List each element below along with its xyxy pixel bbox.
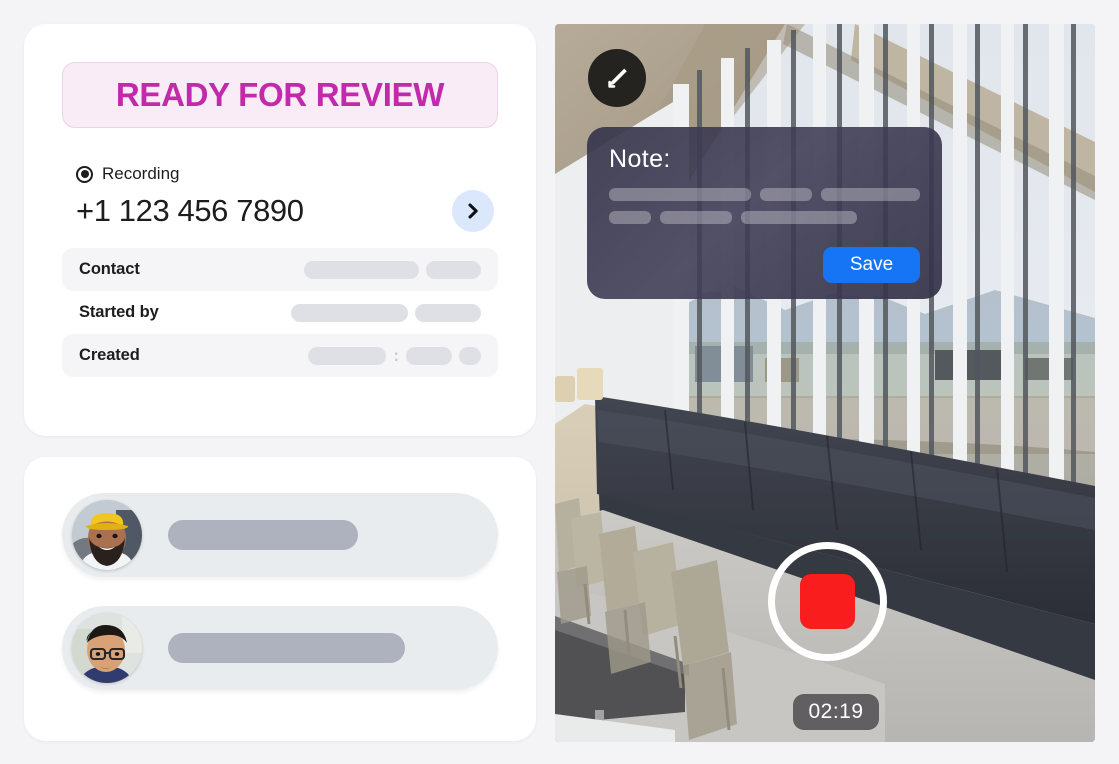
- skeleton-bar: [759, 188, 813, 201]
- note-title: Note:: [609, 145, 671, 173]
- detail-value-skeleton: :: [308, 346, 481, 365]
- stop-record-square-icon: [800, 574, 855, 629]
- detail-row-started-by: Started by: [62, 291, 498, 334]
- app-root: READY FOR REVIEW Recording +1 123 456 78…: [0, 0, 1119, 764]
- skeleton-bar: [304, 260, 419, 279]
- participants-card: [24, 457, 536, 741]
- detail-label: Created: [79, 346, 140, 364]
- radio-dot: [80, 170, 89, 178]
- detail-value-skeleton: [304, 260, 481, 279]
- skeleton-bar: [459, 346, 481, 365]
- detail-label: Started by: [79, 303, 159, 321]
- skeleton-bar: [741, 211, 857, 224]
- detail-row-contact: Contact: [62, 248, 498, 291]
- detail-label: Contact: [79, 260, 140, 278]
- chevron-right-button[interactable]: [452, 190, 494, 232]
- avatar-bearded-worker-hardhat: [72, 500, 142, 570]
- skeleton-bar: [168, 520, 358, 550]
- video-preview-panel[interactable]: Note: Save 02:19: [555, 24, 1095, 742]
- recording-detail-card: READY FOR REVIEW Recording +1 123 456 78…: [24, 24, 536, 436]
- status-badge: READY FOR REVIEW: [62, 62, 498, 128]
- avatar-man-glasses: [72, 613, 142, 683]
- save-note-button[interactable]: Save: [823, 247, 920, 283]
- list-item[interactable]: [62, 493, 498, 577]
- phone-number-row: +1 123 456 7890: [62, 190, 498, 232]
- radio-selected-icon[interactable]: [76, 165, 93, 183]
- skeleton-bar: [660, 211, 732, 224]
- edit-note-button[interactable]: [588, 49, 646, 107]
- skeleton-bar: [308, 346, 387, 365]
- skeleton-bar: [415, 303, 481, 322]
- note-editor-panel[interactable]: Note: Save: [587, 127, 942, 299]
- detail-rows: Contact Started by Created:: [62, 248, 498, 377]
- skeleton-bar: [168, 633, 405, 663]
- detail-row-created: Created :: [62, 334, 498, 377]
- skeleton-bar: [406, 346, 452, 365]
- note-placeholder-lines: [609, 188, 921, 224]
- skeleton-bar: [609, 211, 651, 224]
- skeleton-separator: :: [393, 346, 399, 365]
- skeleton-bar: [821, 188, 921, 201]
- phone-number-value: +1 123 456 7890: [76, 193, 304, 228]
- pencil-edit-icon: [603, 64, 631, 92]
- chevron-right-icon: [463, 201, 483, 221]
- left-column: READY FOR REVIEW Recording +1 123 456 78…: [24, 24, 536, 741]
- recording-timer-value: 02:19: [808, 700, 864, 723]
- note-line: [609, 188, 921, 201]
- recording-radio-label: Recording: [102, 164, 180, 183]
- recording-timer-badge: 02:19: [793, 694, 879, 730]
- list-item[interactable]: [62, 606, 498, 690]
- skeleton-bar: [291, 303, 408, 322]
- stop-recording-button[interactable]: [768, 542, 887, 661]
- skeleton-bar: [426, 260, 481, 279]
- note-line: [609, 211, 920, 224]
- status-badge-label: READY FOR REVIEW: [115, 76, 445, 113]
- recording-radio-row[interactable]: Recording: [76, 164, 498, 184]
- skeleton-bar: [609, 188, 751, 201]
- detail-value-skeleton: [291, 303, 481, 322]
